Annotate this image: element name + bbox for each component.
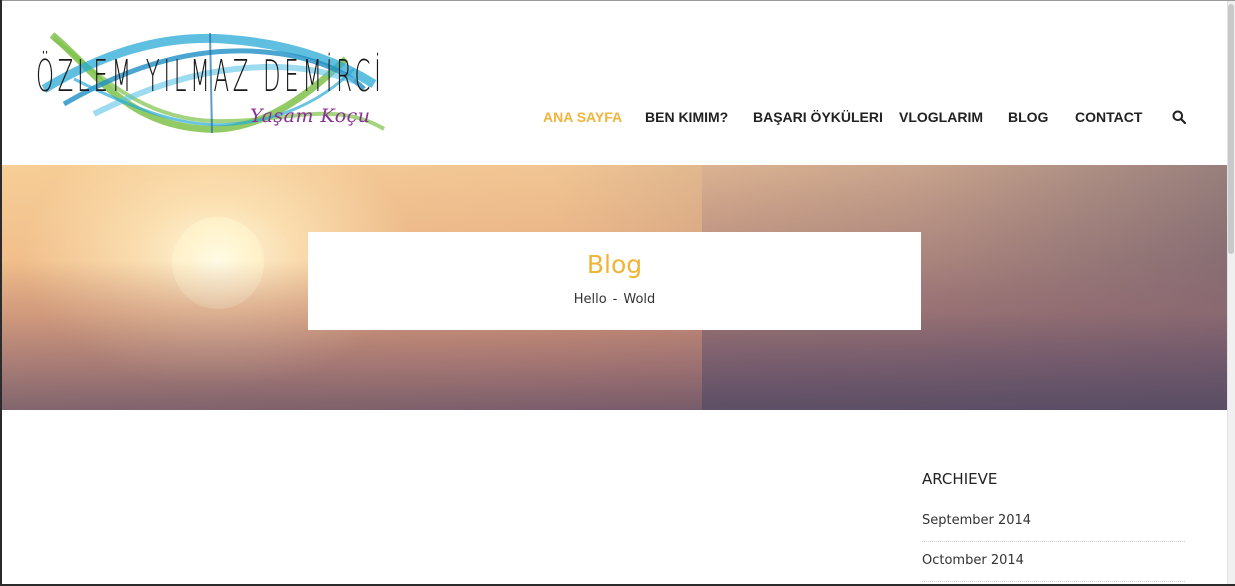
breadcrumb-home-link[interactable]: Hello bbox=[574, 292, 607, 307]
nav-item-ben-kimim[interactable]: BEN KIMIM? bbox=[645, 109, 728, 125]
breadcrumb: Hello - Wold bbox=[308, 292, 921, 307]
nav-item-contact[interactable]: CONTACT bbox=[1075, 109, 1142, 125]
page-title-box: Blog Hello - Wold bbox=[308, 232, 921, 330]
logo-tagline-text: Yaşam Koçu bbox=[250, 105, 371, 127]
archive-divider bbox=[922, 581, 1185, 582]
archive-widget-title: ARCHIEVE bbox=[922, 470, 998, 488]
breadcrumb-current: Wold bbox=[623, 292, 656, 307]
window-border-top bbox=[0, 0, 1235, 1]
nav-item-vloglarim[interactable]: VLOGLARIM bbox=[899, 109, 983, 125]
nav-item-basari-oykuleri[interactable]: BAŞARI ÖYKÜLERI bbox=[753, 109, 883, 125]
nav-item-blog[interactable]: BLOG bbox=[1008, 109, 1048, 125]
site-header: ÖZLEM YILMAZ DEMİRCİ Yaşam Koçu ANA SAYF… bbox=[2, 1, 1227, 165]
archive-divider bbox=[922, 541, 1185, 542]
breadcrumb-separator: - bbox=[612, 292, 618, 307]
page-title: Blog bbox=[586, 250, 643, 279]
browser-page: ÖZLEM YILMAZ DEMİRCİ Yaşam Koçu ANA SAYF… bbox=[0, 0, 1235, 586]
scrollbar-thumb[interactable] bbox=[1228, 4, 1234, 254]
site-logo[interactable]: ÖZLEM YILMAZ DEMİRCİ Yaşam Koçu bbox=[34, 29, 398, 139]
search-icon[interactable] bbox=[1172, 110, 1187, 125]
logo-name-text: ÖZLEM YILMAZ DEMİRCİ bbox=[36, 51, 385, 102]
nav-item-ana-sayfa[interactable]: ANA SAYFA bbox=[543, 109, 622, 125]
archive-item-september-2014[interactable]: September 2014 bbox=[922, 513, 1031, 528]
window-border-left bbox=[0, 0, 2, 586]
archive-item-octomber-2014[interactable]: Octomber 2014 bbox=[922, 553, 1024, 568]
